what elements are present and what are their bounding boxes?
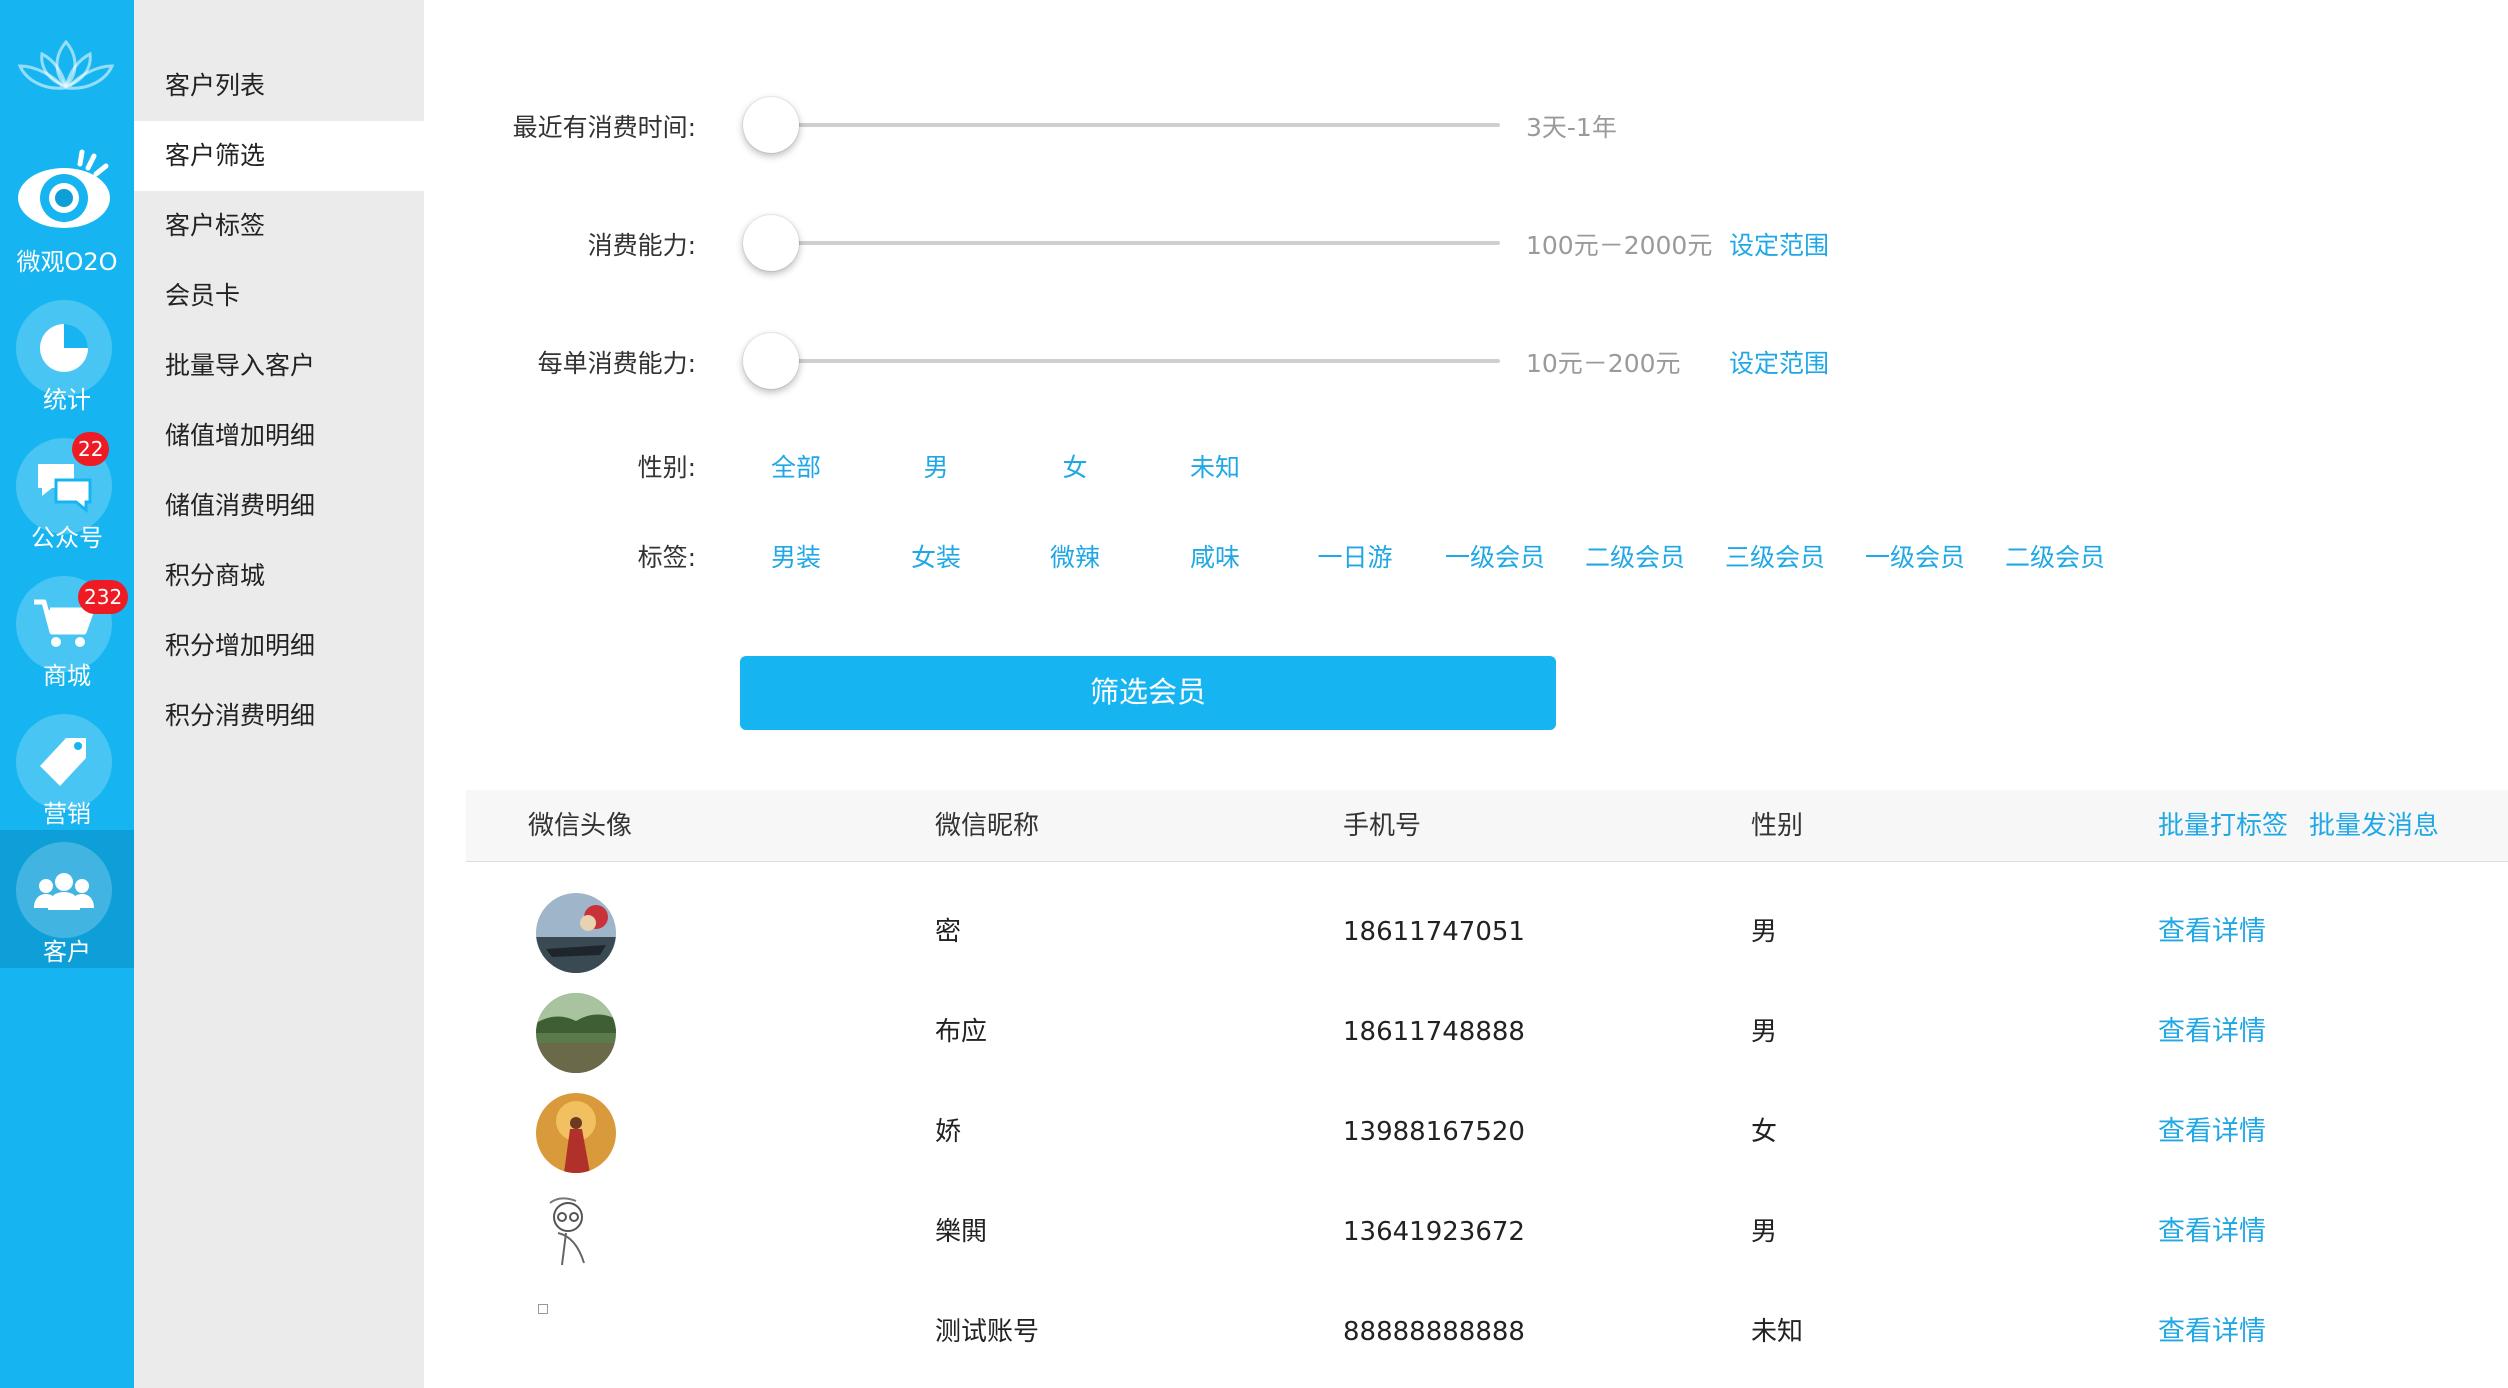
rail-item-official-account[interactable]: 22 公众号 (0, 426, 134, 564)
mall-badge: 232 (78, 580, 129, 614)
per-order-power-range: 10元－200元 (1526, 349, 1681, 378)
sidebar-item-points-consumption[interactable]: 积分消费明细 (134, 681, 424, 751)
table-row: 樂閧 13641923672 男 查看详情 (466, 1182, 2508, 1282)
rail-label-official-account: 公众号 (31, 524, 103, 552)
column-header-gender: 性别 (1751, 811, 1804, 841)
avatar (536, 893, 616, 973)
phone-cell: 18611747051 (1343, 917, 1525, 947)
tag-option[interactable]: 一级会员 (1845, 538, 1985, 574)
spending-power-label: 消费能力: (587, 231, 696, 260)
lotus-logo-icon (17, 39, 115, 90)
rail-item-mall[interactable]: 232 商城 (0, 564, 134, 702)
gender-cell: 男 (1751, 1017, 1778, 1047)
sidebar-item-customer-list[interactable]: 客户列表 (134, 51, 424, 121)
view-details-link[interactable]: 查看详情 (2158, 882, 2266, 982)
table-row: 布应 18611748888 男 查看详情 (466, 982, 2508, 1082)
tag-option[interactable]: 男装 (726, 538, 866, 574)
recent-purchase-slider-track[interactable] (770, 123, 1500, 127)
sidebar-item-points-increase[interactable]: 积分增加明细 (134, 611, 424, 681)
gender-cell: 男 (1751, 1217, 1778, 1247)
view-details-link[interactable]: 查看详情 (2158, 982, 2266, 1082)
batch-message-button[interactable]: 批量发消息 (2309, 790, 2439, 862)
view-details-link[interactable]: 查看详情 (2158, 1282, 2266, 1382)
eye-icon (14, 140, 114, 240)
phone-cell: 18611748888 (1343, 1017, 1525, 1047)
recent-purchase-label: 最近有消费时间: (512, 113, 696, 142)
rail-item-marketing[interactable]: 营销 (0, 702, 134, 840)
per-order-power-set-range-link[interactable]: 设定范围 (1729, 344, 1829, 380)
per-order-power-label: 每单消费能力: (537, 349, 696, 378)
phone-cell: 13641923672 (1343, 1217, 1525, 1247)
broken-image-icon (538, 1304, 548, 1314)
gender-cell: 男 (1751, 917, 1778, 947)
sidebar-item-stored-value-increase[interactable]: 储值增加明细 (134, 401, 424, 471)
tag-option[interactable]: 三级会员 (1705, 538, 1845, 574)
avatar (536, 993, 616, 1073)
gender-option-unknown[interactable]: 未知 (1145, 448, 1285, 484)
nickname-cell: 布应 (935, 1017, 988, 1047)
sidebar-item-points-mall[interactable]: 积分商城 (134, 541, 424, 611)
gender-cell: 女 (1751, 1117, 1778, 1147)
rail-label-marketing: 营销 (43, 800, 91, 828)
gender-option-male[interactable]: 男 (866, 448, 1006, 484)
view-details-link[interactable]: 查看详情 (2158, 1182, 2266, 1282)
gender-option-all[interactable]: 全部 (726, 448, 866, 484)
nickname-cell: 密 (935, 917, 962, 947)
tag-option[interactable]: 二级会员 (1565, 538, 1705, 574)
sidebar-item-bulk-import[interactable]: 批量导入客户 (134, 331, 424, 401)
app-rail: 微观O2O 统计 22 公众号 232 商城 营销 客户 (0, 0, 134, 1388)
nickname-cell: 测试账号 (935, 1317, 1040, 1347)
sidebar-item-member-card[interactable]: 会员卡 (134, 261, 424, 331)
avatar (536, 1193, 616, 1273)
per-order-power-slider-track[interactable] (770, 359, 1500, 363)
tag-option[interactable]: 二级会员 (1985, 538, 2125, 574)
tag-option[interactable]: 微辣 (1005, 538, 1145, 574)
phone-cell: 88888888888 (1343, 1317, 1525, 1347)
tag-option[interactable]: 咸味 (1145, 538, 1285, 574)
sidebar-item-customer-filter[interactable]: 客户筛选 (134, 121, 424, 191)
rail-label-o2o: 微观O2O (16, 248, 118, 276)
tag-option[interactable]: 一日游 (1285, 538, 1425, 574)
gender-cell: 未知 (1751, 1317, 1804, 1347)
view-details-link[interactable]: 查看详情 (2158, 1082, 2266, 1182)
tags-filter-label: 标签: (637, 543, 696, 572)
tag-option[interactable]: 一级会员 (1425, 538, 1565, 574)
gender-filter-label: 性别: (637, 453, 696, 482)
rail-item-o2o[interactable]: 微观O2O (0, 136, 134, 276)
column-header-avatar: 微信头像 (528, 811, 633, 841)
phone-cell: 13988167520 (1343, 1117, 1525, 1147)
table-row: 娇 13988167520 女 查看详情 (466, 1082, 2508, 1182)
rail-item-customers[interactable]: 客户 (0, 830, 134, 968)
spending-power-slider-handle[interactable] (743, 215, 799, 271)
sidebar-item-stored-value-consumption[interactable]: 储值消费明细 (134, 471, 424, 541)
recent-purchase-range: 3天-1年 (1526, 113, 1617, 142)
customer-sidebar: 客户列表 客户筛选 客户标签 会员卡 批量导入客户 储值增加明细 储值消费明细 … (134, 0, 424, 1388)
table-header: 微信头像 微信昵称 手机号 性别 批量打标签 批量发消息 (466, 790, 2508, 862)
sidebar-item-customer-tags[interactable]: 客户标签 (134, 191, 424, 261)
gender-option-female[interactable]: 女 (1005, 448, 1145, 484)
spending-power-set-range-link[interactable]: 设定范围 (1729, 226, 1829, 262)
table-row: 密 18611747051 男 查看详情 (466, 882, 2508, 982)
official-account-badge: 22 (72, 432, 110, 466)
customers-icon (16, 842, 112, 938)
batch-tag-button[interactable]: 批量打标签 (2158, 790, 2288, 862)
rail-item-stats[interactable]: 统计 (0, 288, 134, 426)
spending-power-range: 100元－2000元 (1526, 231, 1713, 260)
recent-purchase-slider-handle[interactable] (743, 97, 799, 153)
spending-power-slider-track[interactable] (770, 241, 1500, 245)
column-header-phone: 手机号 (1343, 811, 1422, 841)
table-row: 测试账号 88888888888 未知 查看详情 (466, 1282, 2508, 1382)
per-order-power-slider-handle[interactable] (743, 333, 799, 389)
rail-label-stats: 统计 (43, 386, 91, 414)
filter-members-button[interactable]: 筛选会员 (740, 656, 1556, 730)
nickname-cell: 娇 (935, 1117, 962, 1147)
column-header-nickname: 微信昵称 (935, 811, 1040, 841)
tag-option[interactable]: 女装 (866, 538, 1006, 574)
nickname-cell: 樂閧 (935, 1217, 988, 1247)
avatar (536, 1093, 616, 1173)
rail-label-mall: 商城 (43, 662, 91, 690)
rail-label-customers: 客户 (43, 938, 91, 966)
